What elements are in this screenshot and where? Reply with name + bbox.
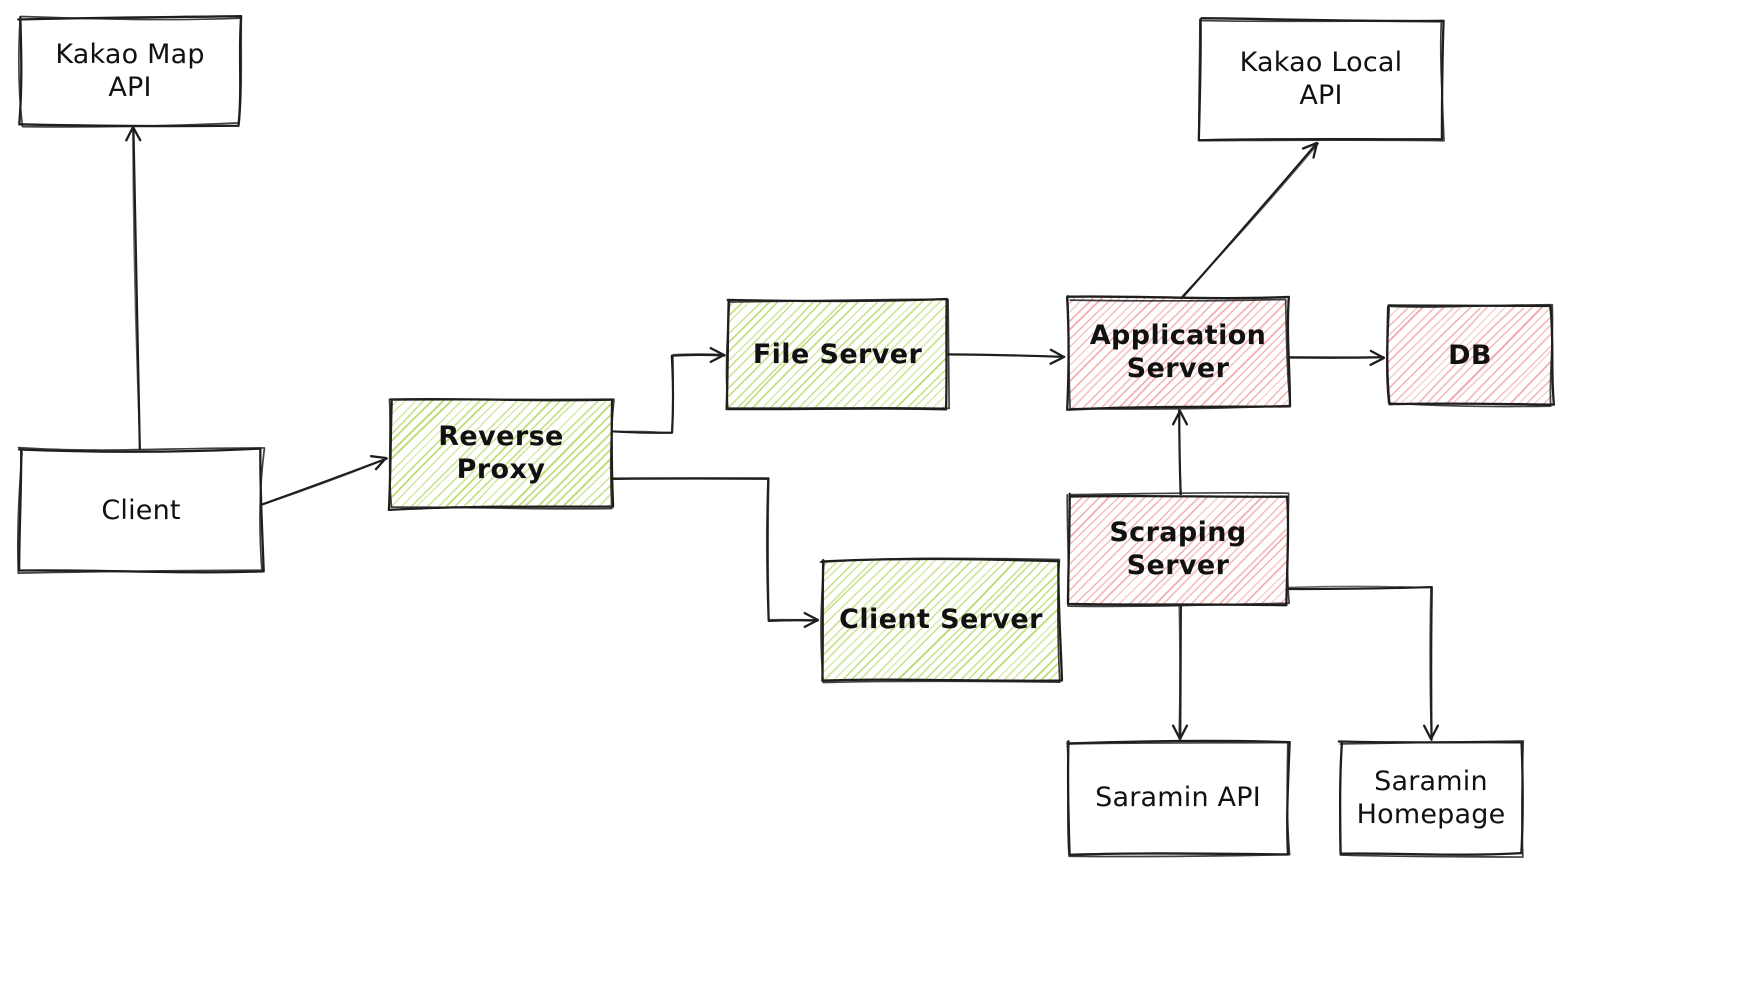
node-saramin-api[interactable]	[1066, 739, 1291, 858]
node-layer	[16, 15, 1556, 858]
node-kakao-local-api[interactable]	[1197, 17, 1445, 142]
diagram-canvas: Kakao Map API Kakao Local API Client Revers…	[0, 0, 1762, 982]
node-client[interactable]	[16, 446, 266, 574]
node-file-server[interactable]	[507, 297, 1051, 412]
node-kakao-map-api[interactable]	[17, 15, 243, 128]
node-saramin-homepage[interactable]	[1337, 740, 1525, 858]
